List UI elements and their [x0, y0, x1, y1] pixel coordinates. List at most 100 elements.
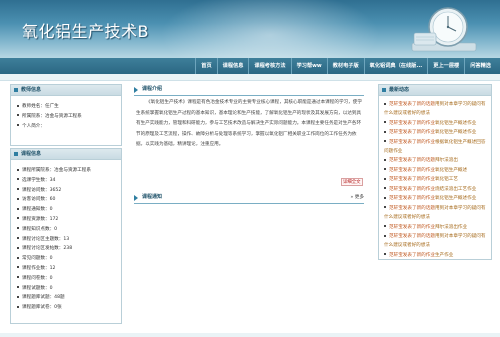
section-arrow-icon: [134, 87, 138, 93]
list-item: 访客访问数：60: [17, 195, 121, 205]
bullet-icon: [17, 168, 19, 171]
list-item: 课程讨论区发帖数：238: [17, 244, 121, 254]
stat-text: 选课学生数：34: [22, 177, 56, 183]
read-full-link[interactable]: 详细全文: [341, 178, 363, 186]
bullet-icon: [17, 124, 19, 127]
news-link[interactable]: 氧化铝生产概述: [435, 168, 467, 173]
news-item[interactable]: 范轩宝发表了新的话题拜尔法溶出: [384, 156, 488, 165]
nav-dictionary[interactable]: 氧化铝词典（在线版...: [363, 58, 428, 74]
nav-advance[interactable]: 更上一层楼: [427, 58, 464, 74]
stat-text: 课程讨论区发帖数：238: [22, 246, 73, 252]
panel-square-icon: [14, 152, 18, 156]
news-item[interactable]: 范轩宝发表了新的话题用到对本章学习的疑问有什么建议或者好的想法: [384, 204, 488, 222]
bullet-icon: [17, 188, 19, 191]
bullet-icon: [17, 178, 19, 181]
news-item[interactable]: 范轩宝发表了新的话题用到对本章学习的疑问有什么建议或者好的想法: [384, 100, 488, 118]
news-link[interactable]: 拜尔法溶出: [435, 158, 458, 163]
stat-text: 课程问卷数：0: [22, 275, 53, 281]
nav-home[interactable]: 首页: [195, 58, 216, 74]
bullet-icon: [17, 227, 19, 230]
news-link[interactable]: 氧化铝生产概述作业: [435, 196, 476, 201]
news-actor: 范轩宝发表了新的作业: [389, 139, 435, 145]
teacher-name: 教师姓名：任广生: [22, 104, 59, 109]
bullet-icon: [17, 305, 19, 308]
news-panel: 最新动态 范轩宝发表了新的话题用到对本章学习的疑问有什么建议或者好的想法 范轩宝发…: [378, 84, 492, 260]
bullet-icon: [384, 206, 386, 209]
news-actor: 范轩宝发表了新的作业: [389, 186, 435, 192]
news-link[interactable]: 氧化铝工艺: [435, 177, 458, 182]
news-item[interactable]: 范轩宝发表了新的作业生产作业: [384, 251, 488, 260]
news-link[interactable]: 拜尔法溶出作业: [435, 225, 467, 230]
nav-textbook[interactable]: 教材电子版: [326, 58, 364, 74]
more-link[interactable]: » 更多: [351, 194, 364, 200]
list-item: 课程资源数：172: [17, 215, 121, 225]
bullet-icon: [384, 225, 386, 228]
stat-text: 课程访问数：3652: [22, 187, 62, 193]
list-item: 课程作业数：12: [17, 264, 121, 274]
bullet-icon: [384, 234, 386, 237]
nav-qa[interactable]: 问答精选: [464, 58, 496, 74]
news-item[interactable]: 范轩宝发表了新的作业氧化铝生产概述作业: [384, 194, 488, 203]
news-actor: 范轩宝发表了新的话题: [389, 102, 435, 107]
news-item[interactable]: 范轩宝发表了新的作业氧化铝生产概述: [384, 166, 488, 175]
list-item: 选课学生数：34: [17, 176, 121, 186]
teacher-panel: 教师信息 教师姓名：任广生 所属院系：冶金与资源工程系 个人简介：: [10, 84, 122, 146]
news-link[interactable]: 氧化铝生产概述作业: [435, 130, 476, 135]
nav-underline-strip: [0, 74, 500, 81]
panel-square-icon: [382, 88, 386, 92]
bullet-icon: [17, 256, 19, 259]
page: 氧化铝生产技术B 首页 课程信息 课程考核方法 学习帮ww 教材电子版 氧化铝词…: [0, 0, 500, 337]
course-info-panel: 课程信息 课程所属院系：冶金与资源工程系 选课学生数：34 课程访问数：3652…: [10, 148, 122, 324]
news-item[interactable]: 范轩宝发表了新的作业烧结法溶出工艺作业: [384, 185, 488, 194]
teacher-panel-header: 教师信息: [11, 85, 121, 96]
teacher-bio: 个人简介：: [22, 123, 45, 129]
stat-text: 课程知识点数：0: [22, 226, 58, 232]
list-item: 课程访问数：3652: [17, 186, 121, 196]
list-item: 课程知识点数：0: [17, 225, 121, 235]
news-actor: 范轩宝发表了新的作业: [389, 196, 435, 202]
stat-text: 访客访问数：60: [22, 197, 56, 203]
news-panel-title: 最新动态: [389, 87, 410, 93]
intro-header: 课程介绍: [134, 85, 364, 96]
news-item[interactable]: 范轩宝发表了新的作业氧化铝生产概述作业: [384, 119, 488, 128]
news-item[interactable]: 范轩宝发表了新的作业拜尔法溶出作业: [384, 223, 488, 232]
news-actor: 范轩宝发表了新的作业: [389, 167, 435, 173]
list-item: 课程题库试卷：0张: [17, 303, 121, 313]
stat-text: 常见问题数：0: [22, 256, 53, 262]
clock-illustration-icon: [411, 7, 477, 52]
news-link[interactable]: 烧结法溶出工艺作业: [435, 187, 476, 192]
bullet-icon: [17, 237, 19, 240]
list-item: 所属院系：冶金与资源工程系: [17, 112, 121, 122]
news-list: 范轩宝发表了新的话题用到对本章学习的疑问有什么建议或者好的想法 范轩宝发表了新的作…: [379, 96, 491, 260]
news-item[interactable]: 范轩宝发表了新的话题用到对本章学习的疑问有什么建议或者好的想法: [384, 232, 488, 250]
nav-study-help[interactable]: 学习帮ww: [290, 58, 327, 74]
list-item: 课程试题数：0: [17, 284, 121, 294]
bullet-icon: [384, 102, 386, 105]
bullet-icon: [384, 253, 386, 256]
news-actor: 范轩宝发表了新的话题: [389, 158, 435, 164]
bullet-icon: [17, 276, 19, 279]
stat-text: 课程资源数：172: [22, 216, 59, 222]
stat-text: 课程题库试卷：0张: [22, 305, 62, 311]
list-item: 课程题库试题：48题: [17, 293, 121, 303]
nav-course-info[interactable]: 课程信息: [216, 58, 249, 74]
list-item: 课程讨论区主题数：13: [17, 235, 121, 245]
news-link[interactable]: 生产作业: [435, 253, 453, 258]
intro-title: 课程介绍: [142, 86, 163, 92]
stat-text: 课程作业数：12: [22, 265, 56, 271]
bullet-icon: [17, 217, 19, 220]
news-item[interactable]: 范轩宝发表了新的作业根据氧化铝生产概述回答问题作业: [384, 138, 488, 156]
news-item[interactable]: 范轩宝发表了新的作业氧化铝工艺: [384, 175, 488, 184]
news-item[interactable]: 范轩宝发表了新的作业氧化铝生产概述作业: [384, 128, 488, 137]
bullet-icon: [17, 246, 19, 249]
nav-assessment[interactable]: 课程考核方法: [248, 58, 290, 74]
bullet-icon: [384, 158, 386, 161]
main-nav: 首页 课程信息 课程考核方法 学习帮ww 教材电子版 氧化铝词典（在线版... …: [0, 58, 500, 74]
stat-text: 课程讨论区主题数：13: [22, 236, 70, 242]
list-item: 课程通知数：0: [17, 205, 121, 215]
course-panel-header: 课程信息: [11, 149, 121, 160]
bullet-icon: [17, 197, 19, 200]
news-actor: 范轩宝发表了新的作业: [389, 224, 435, 230]
news-link[interactable]: 氧化铝生产概述作业: [435, 121, 476, 126]
section-arrow-icon: [134, 195, 138, 201]
